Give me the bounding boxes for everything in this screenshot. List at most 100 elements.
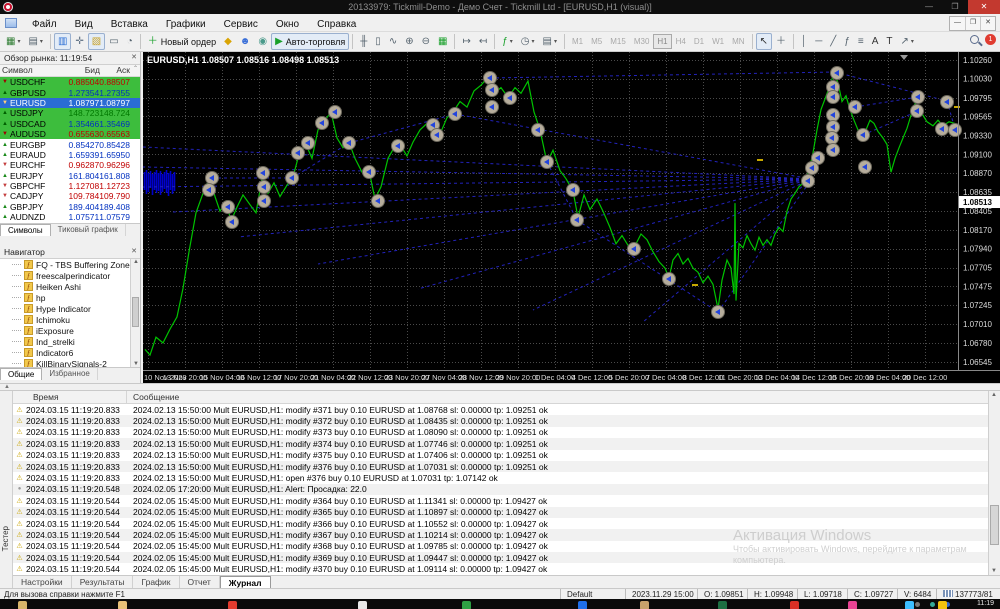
journal-row[interactable]: ⚠ 2024.03.15 11:19:20.833 2024.02.13 15:50… xyxy=(13,438,988,450)
arrows-tool[interactable]: ↗ ▾ xyxy=(897,33,918,50)
sort-icon[interactable]: ⌃ xyxy=(133,65,138,72)
tester-vertical-tab[interactable]: Тестер xyxy=(1,526,10,551)
journal-scroll-thumb[interactable] xyxy=(990,505,999,545)
taskbar-app-paint-icon[interactable] xyxy=(640,601,649,609)
crosshair-tool[interactable]: ＋ xyxy=(772,33,790,50)
navigator-item-Hype Indicator[interactable]: ƒ Hype Indicator xyxy=(0,303,140,314)
tester-tab-Отчет[interactable]: Отчет xyxy=(180,576,220,588)
navigator-item-FQ - TBS Buffering Zones-[interactable]: ƒ FQ - TBS Buffering Zones- xyxy=(0,259,140,270)
taskbar-app-folder-icon[interactable] xyxy=(118,601,127,609)
market-watch-row-GBPJPY[interactable]: ▲ GBPJPY 189.404 189.408 xyxy=(0,201,140,213)
journal-row[interactable]: ⚠ 2024.03.15 11:19:20.544 2024.02.05 15:45… xyxy=(13,563,988,574)
navigator-item-KillBinarySignals-2[interactable]: ƒ KillBinarySignals-2 xyxy=(0,358,140,367)
new-chart-button[interactable]: ▦ ▾ xyxy=(2,33,24,50)
panel-splitter[interactable]: ▲ xyxy=(0,383,1000,391)
tester-tab-График[interactable]: График xyxy=(133,576,180,588)
timeframe-M1[interactable]: M1 xyxy=(568,34,587,49)
terminal-toggle[interactable]: ▭ xyxy=(105,33,122,50)
market-watch-toggle[interactable]: ▥ xyxy=(53,33,72,50)
notification-badge[interactable]: 1 xyxy=(985,34,996,45)
market-watch-row-AUDUSD[interactable]: ▼ AUDUSD 0.65563 0.65563 xyxy=(0,128,140,140)
market-watch-row-EURCHF[interactable]: ▼ EURCHF 0.96287 0.96296 xyxy=(0,160,140,171)
timeframe-MN[interactable]: MN xyxy=(728,34,748,49)
label-tool[interactable]: T xyxy=(882,33,896,50)
menu-Справка[interactable]: Справка xyxy=(308,17,365,32)
market-watch-tab-Символы[interactable]: Символы xyxy=(0,224,51,236)
data-window-toggle[interactable]: ✛ xyxy=(71,33,87,50)
scripts-icon[interactable]: ◆ xyxy=(220,33,236,50)
journal-row[interactable]: ⚠ 2024.03.15 11:19:20.833 2024.02.13 15:50… xyxy=(13,427,988,438)
menu-Окно[interactable]: Окно xyxy=(267,17,308,32)
navigator-item-iExposure[interactable]: ƒ iExposure xyxy=(0,325,140,336)
market-watch-row-EURJPY[interactable]: ▲ EURJPY 161.804 161.808 xyxy=(0,170,140,181)
journal-row[interactable]: ⚠ 2024.03.15 11:19:20.544 2024.02.05 15:45… xyxy=(13,529,988,541)
journal-row[interactable]: ⚠ 2024.03.15 11:19:20.544 2024.02.05 15:45… xyxy=(13,518,988,529)
market-watch-row-CADJPY[interactable]: ▼ CADJPY 109.784 109.790 xyxy=(0,191,140,202)
market-watch-row-GBPUSD[interactable]: ▲ GBPUSD 1.27354 1.27355 xyxy=(0,87,140,98)
market-watch-row-USDJPY[interactable]: ▲ USDJPY 148.723 148.724 xyxy=(0,108,140,119)
fibo-tool[interactable]: ƒ xyxy=(840,33,854,50)
navigator-tab-Общие[interactable]: Общие xyxy=(0,368,43,380)
navigator-item-freescalperindicator[interactable]: ƒ freescalperindicator xyxy=(0,270,140,281)
journal-row[interactable]: ⚠ 2024.03.15 11:19:20.833 2024.02.13 15:50… xyxy=(13,450,988,461)
chevron-down-icon[interactable]: ▾ xyxy=(17,38,20,45)
journal-row[interactable]: ⚠ 2024.03.15 11:19:20.544 2024.02.05 15:45… xyxy=(13,506,988,518)
navigator-item-Indicator6[interactable]: ƒ Indicator6 xyxy=(0,347,140,358)
hline-tool[interactable]: ─ xyxy=(811,33,826,50)
navigator-toggle[interactable]: ▧ xyxy=(87,33,106,50)
taskbar-app-explorer-icon[interactable] xyxy=(18,601,27,609)
menu-Файл[interactable]: Файл xyxy=(23,17,66,32)
autotrading-button[interactable]: ▶ Авто-торговля xyxy=(271,33,350,50)
timeframe-H4[interactable]: H4 xyxy=(672,34,690,49)
candles-chart-type-button[interactable]: ▯ xyxy=(371,33,385,50)
journal-row[interactable]: ⚠ 2024.03.15 11:19:20.833 2024.02.13 15:50… xyxy=(13,460,988,473)
navigator-tab-Избранное[interactable]: Избранное xyxy=(42,368,98,380)
channel-tool[interactable]: ≡ xyxy=(854,33,868,50)
market-watch-row-EURAUD[interactable]: ▲ EURAUD 1.65939 1.65950 xyxy=(0,149,140,161)
tray-icon[interactable] xyxy=(915,602,920,607)
navigator-scrollbar[interactable]: ▲ ▼ xyxy=(130,259,140,367)
taskbar-app-red1-icon[interactable] xyxy=(790,601,799,609)
tester-tab-Журнал[interactable]: Журнал xyxy=(219,575,271,589)
market-watch-row-EURGBP[interactable]: ▲ EURGBP 0.85427 0.85428 xyxy=(0,139,140,150)
journal-row[interactable]: ⚠ 2024.03.15 11:19:20.833 2024.02.13 15:50… xyxy=(13,404,988,415)
chevron-down-icon[interactable]: ▾ xyxy=(554,38,557,45)
navigator-close-icon[interactable]: ✕ xyxy=(131,247,137,255)
market-watch-row-EURUSD[interactable]: ▼ EURUSD 1.08797 1.08797 xyxy=(0,97,140,109)
market-watch-column-header[interactable]: Символ Бид Аск ⌃ xyxy=(0,65,140,77)
journal-col-time[interactable]: Время xyxy=(13,391,127,403)
menu-Вид[interactable]: Вид xyxy=(66,17,102,32)
timeframe-M5[interactable]: M5 xyxy=(587,34,606,49)
experts-icon[interactable]: ☻ xyxy=(236,33,255,50)
tester-tab-Настройки[interactable]: Настройки xyxy=(13,576,72,588)
journal-row[interactable]: ● 2024.03.15 11:19:20.548 2024.02.05 17:20… xyxy=(13,483,988,496)
market-watch-row-USDCHF[interactable]: ▼ USDCHF 0.88504 0.88507 xyxy=(0,77,140,88)
journal-row[interactable]: ⚠ 2024.03.15 11:19:20.544 2024.02.05 15:45… xyxy=(13,495,988,506)
search-icon[interactable] xyxy=(970,35,979,44)
templates-button[interactable]: ▤ ▾ xyxy=(539,33,561,50)
timeframe-M15[interactable]: M15 xyxy=(606,34,630,49)
chevron-down-icon[interactable]: ▾ xyxy=(532,38,535,45)
chevron-down-icon[interactable]: ▾ xyxy=(510,38,513,45)
taskbar-app-display-icon[interactable] xyxy=(462,601,471,609)
tile-windows-button[interactable]: ▦ xyxy=(434,33,451,50)
taskbar-app-opera-icon[interactable] xyxy=(228,601,237,609)
tester-tab-Результаты[interactable]: Результаты xyxy=(72,576,134,588)
bars-chart-type-button[interactable]: ╫ xyxy=(356,33,371,50)
line-chart-type-button[interactable]: ∿ xyxy=(385,33,401,50)
child-restore-button[interactable]: ❐ xyxy=(965,17,980,30)
new-order-button[interactable]: ＋ Новый ордер xyxy=(144,33,220,50)
child-minimize-button[interactable]: — xyxy=(950,17,965,30)
journal-row[interactable]: ⚠ 2024.03.15 11:19:20.833 2024.02.13 15:50… xyxy=(13,415,988,427)
menu-Вставка[interactable]: Вставка xyxy=(102,17,157,32)
journal-row[interactable]: ⚠ 2024.03.15 11:19:20.544 2024.02.05 15:45… xyxy=(13,552,988,564)
navigator-item-Heiken Ashi[interactable]: ƒ Heiken Ashi xyxy=(0,281,140,292)
cursor-tool[interactable]: ↖ xyxy=(755,33,772,50)
menu-Сервис[interactable]: Сервис xyxy=(215,17,267,32)
menu-Графики[interactable]: Графики xyxy=(157,17,215,32)
navigator-item-Ichimoku[interactable]: ƒ Ichimoku xyxy=(0,314,140,325)
chart-canvas[interactable]: 1.10260 1.10030 1.09795 1.09565 1.09330 1.091… xyxy=(143,52,1000,383)
text-tool[interactable]: A xyxy=(868,33,883,50)
zoom-in-button[interactable]: ⊕ xyxy=(401,33,417,50)
taskbar-app-yellow-icon[interactable] xyxy=(938,601,947,609)
